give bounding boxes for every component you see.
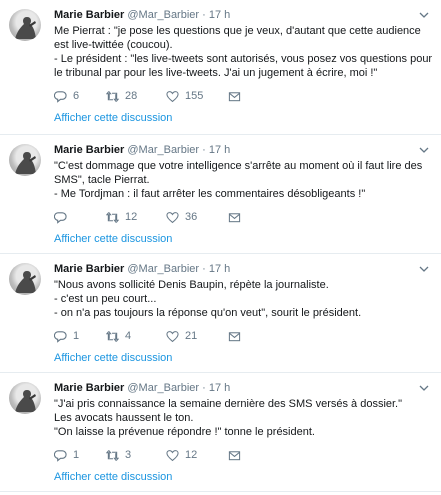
- retweet-count: 4: [125, 330, 132, 342]
- like-count: 155: [185, 90, 204, 102]
- timestamp[interactable]: 17 h: [209, 263, 230, 275]
- reply-count: 1: [73, 330, 80, 342]
- message-button[interactable]: [228, 90, 241, 103]
- tweet-text: "Nous avons sollicité Denis Baupin, répè…: [54, 279, 362, 319]
- separator-dot: ·: [202, 9, 206, 21]
- chevron-down-icon[interactable]: [419, 145, 429, 155]
- tweet-header: Marie Barbier @Mar_Barbier · 17 h: [54, 143, 433, 157]
- show-thread-link[interactable]: Afficher cette discussion: [54, 112, 433, 124]
- timestamp[interactable]: 17 h: [209, 9, 230, 21]
- show-thread-link[interactable]: Afficher cette discussion: [54, 233, 433, 245]
- envelope-icon: [228, 331, 241, 341]
- author-name[interactable]: Marie Barbier: [54, 382, 124, 394]
- tweet-actions: 6 28 155: [54, 89, 433, 103]
- like-count: 12: [185, 449, 198, 461]
- tweet[interactable]: Marie Barbier @Mar_Barbier · 17 h "Nous …: [0, 254, 441, 373]
- tweet-header: Marie Barbier @Mar_Barbier · 17 h: [54, 381, 433, 395]
- reply-count: 1: [73, 449, 80, 461]
- avatar[interactable]: [9, 144, 41, 176]
- envelope-icon: [228, 91, 241, 101]
- reply-button[interactable]: [54, 211, 106, 224]
- separator-dot: ·: [202, 144, 206, 156]
- envelope-icon: [228, 450, 241, 460]
- chevron-down-icon[interactable]: [419, 10, 429, 20]
- tweet-text: "C'est dommage que votre intelligence s'…: [54, 160, 423, 200]
- avatar[interactable]: [9, 382, 41, 414]
- reply-button[interactable]: 1: [54, 330, 106, 343]
- like-button[interactable]: 155: [166, 90, 228, 103]
- retweet-count: 28: [125, 90, 138, 102]
- author-name[interactable]: Marie Barbier: [54, 263, 124, 275]
- author-name[interactable]: Marie Barbier: [54, 9, 124, 21]
- reply-icon: [54, 330, 67, 343]
- heart-icon: [166, 330, 179, 342]
- author-handle[interactable]: @Mar_Barbier: [127, 263, 199, 275]
- separator-dot: ·: [202, 263, 206, 275]
- heart-icon: [166, 449, 179, 461]
- tweet[interactable]: Marie Barbier @Mar_Barbier · 17 h "C'est…: [0, 135, 441, 254]
- retweet-button[interactable]: 12: [106, 211, 166, 224]
- tweet-header: Marie Barbier @Mar_Barbier · 17 h: [54, 8, 433, 22]
- avatar[interactable]: [9, 263, 41, 295]
- tweet-actions: 12 36: [54, 210, 433, 224]
- retweet-count: 12: [125, 211, 138, 223]
- retweet-icon: [106, 330, 119, 342]
- tweet-actions: 1 3 12: [54, 448, 433, 462]
- tweet-text: Me Pierrat : "je pose les questions que …: [54, 25, 433, 79]
- retweet-icon: [106, 90, 119, 102]
- timestamp[interactable]: 17 h: [209, 144, 230, 156]
- like-button[interactable]: 21: [166, 330, 228, 343]
- tweet-actions: 1 4 21: [54, 329, 433, 343]
- tweet-feed: Marie Barbier @Mar_Barbier · 17 h Me Pie…: [0, 0, 441, 492]
- message-button[interactable]: [228, 330, 241, 343]
- reply-count: 6: [73, 90, 80, 102]
- retweet-count: 3: [125, 449, 132, 461]
- chevron-down-icon[interactable]: [419, 264, 429, 274]
- like-button[interactable]: 36: [166, 211, 228, 224]
- tweet-header: Marie Barbier @Mar_Barbier · 17 h: [54, 262, 433, 276]
- author-handle[interactable]: @Mar_Barbier: [127, 382, 199, 394]
- like-count: 36: [185, 211, 198, 223]
- tweet[interactable]: Marie Barbier @Mar_Barbier · 17 h Me Pie…: [0, 0, 441, 135]
- reply-icon: [54, 211, 67, 224]
- retweet-icon: [106, 211, 119, 223]
- like-button[interactable]: 12: [166, 449, 228, 462]
- tweet-text: "J'ai pris connaissance la semaine derni…: [54, 398, 403, 438]
- retweet-button[interactable]: 4: [106, 330, 166, 343]
- chevron-down-icon[interactable]: [419, 383, 429, 393]
- message-button[interactable]: [228, 211, 241, 224]
- timestamp[interactable]: 17 h: [209, 382, 230, 394]
- avatar[interactable]: [9, 9, 41, 41]
- like-count: 21: [185, 330, 198, 342]
- message-button[interactable]: [228, 449, 241, 462]
- retweet-icon: [106, 449, 119, 461]
- reply-icon: [54, 449, 67, 462]
- show-thread-link[interactable]: Afficher cette discussion: [54, 352, 433, 364]
- retweet-button[interactable]: 3: [106, 449, 166, 462]
- tweet[interactable]: Marie Barbier @Mar_Barbier · 17 h "J'ai …: [0, 373, 441, 492]
- reply-button[interactable]: 6: [54, 90, 106, 103]
- author-handle[interactable]: @Mar_Barbier: [127, 9, 199, 21]
- heart-icon: [166, 211, 179, 223]
- author-handle[interactable]: @Mar_Barbier: [127, 144, 199, 156]
- reply-icon: [54, 90, 67, 103]
- envelope-icon: [228, 212, 241, 222]
- reply-button[interactable]: 1: [54, 449, 106, 462]
- retweet-button[interactable]: 28: [106, 90, 166, 103]
- author-name[interactable]: Marie Barbier: [54, 144, 124, 156]
- heart-icon: [166, 90, 179, 102]
- separator-dot: ·: [202, 382, 206, 394]
- show-thread-link[interactable]: Afficher cette discussion: [54, 471, 433, 483]
